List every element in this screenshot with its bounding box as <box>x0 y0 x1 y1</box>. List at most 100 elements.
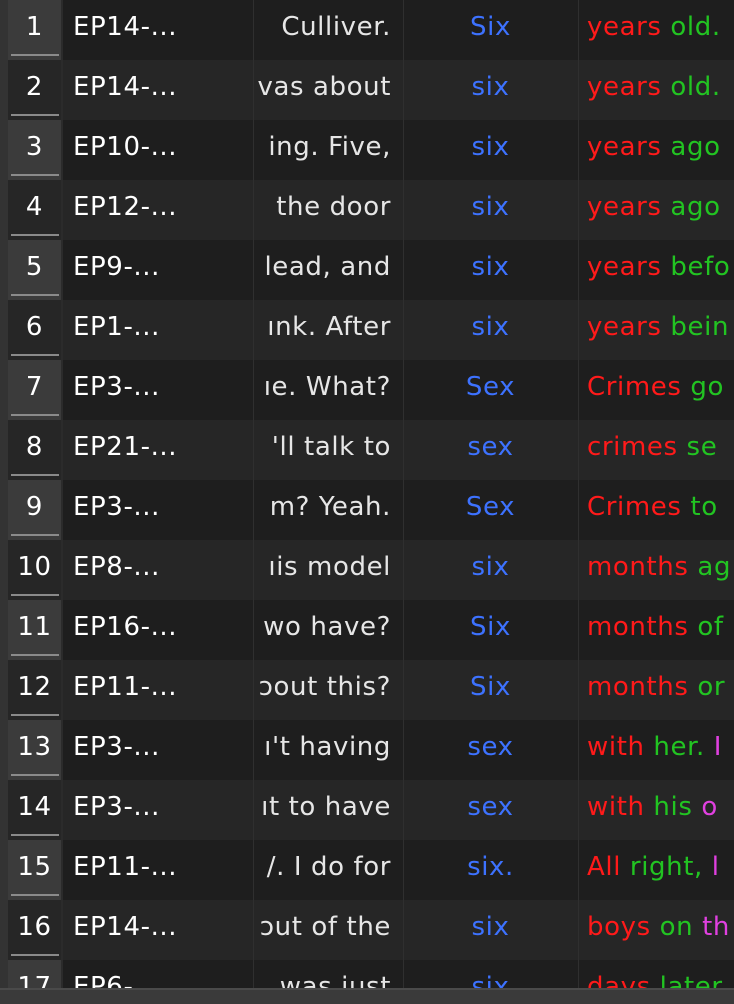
left-context-cell[interactable]: ɔout this? <box>253 660 403 720</box>
right-context-cell[interactable]: months ag <box>578 540 734 600</box>
table-row[interactable]: 17 EP6-... was just six days later <box>8 960 734 988</box>
right-context-cell[interactable]: All right, l <box>578 840 734 900</box>
right-context-cell[interactable]: years befo <box>578 240 734 300</box>
row-number[interactable]: 1 <box>8 0 61 60</box>
keyword-cell[interactable]: Sex <box>403 360 578 420</box>
row-number[interactable]: 2 <box>8 60 61 120</box>
right-context-cell[interactable]: years old. <box>578 60 734 120</box>
table-row[interactable]: 6 EP1-... ınk. After six years bein <box>8 300 734 360</box>
file-id-cell[interactable]: EP9-... <box>63 240 253 300</box>
row-number[interactable]: 4 <box>8 180 61 240</box>
keyword-cell[interactable]: sex <box>403 420 578 480</box>
keyword-cell[interactable]: sex <box>403 720 578 780</box>
table-row[interactable]: 11 EP16-... wo have? Six months of <box>8 600 734 660</box>
keyword-cell[interactable]: six <box>403 180 578 240</box>
file-id-cell[interactable]: EP3-... <box>63 360 253 420</box>
right-context-cell[interactable]: with his o <box>578 780 734 840</box>
file-id-cell[interactable]: EP3-... <box>63 780 253 840</box>
table-row[interactable]: 2 EP14-... vas about six years old. <box>8 60 734 120</box>
left-context-cell[interactable]: 'll talk to <box>253 420 403 480</box>
row-number[interactable]: 3 <box>8 120 61 180</box>
keyword-cell[interactable]: six <box>403 240 578 300</box>
row-number[interactable]: 12 <box>8 660 61 720</box>
file-id-cell[interactable]: EP3-... <box>63 720 253 780</box>
right-context-cell[interactable]: boys on th <box>578 900 734 960</box>
row-number[interactable]: 5 <box>8 240 61 300</box>
row-number[interactable]: 9 <box>8 480 61 540</box>
keyword-cell[interactable]: six <box>403 60 578 120</box>
left-context-cell[interactable]: vas about <box>253 60 403 120</box>
concordance-grid[interactable]: 1 EP14-... Culliver. Six years old. 2 EP14-...… <box>8 0 734 988</box>
left-context-cell[interactable]: ıe. What? <box>253 360 403 420</box>
table-row[interactable]: 15 EP11-.../. I do for six. All right, l <box>8 840 734 900</box>
keyword-cell[interactable]: six <box>403 120 578 180</box>
file-id-cell[interactable]: EP6-... <box>63 960 253 988</box>
table-row[interactable]: 16 EP14-... ɔut of the six boys on th <box>8 900 734 960</box>
keyword-cell[interactable]: Sex <box>403 480 578 540</box>
file-id-cell[interactable]: EP16-... <box>63 600 253 660</box>
table-row[interactable]: 7 EP3-... ıe. What? Sex Crimes go <box>8 360 734 420</box>
left-context-cell[interactable]: ıt to have <box>253 780 403 840</box>
row-number[interactable]: 10 <box>8 540 61 600</box>
keyword-cell[interactable]: six <box>403 960 578 988</box>
keyword-cell[interactable]: six <box>403 540 578 600</box>
file-id-cell[interactable]: EP11-... <box>63 660 253 720</box>
left-context-cell[interactable]: the door <box>253 180 403 240</box>
right-context-cell[interactable]: months of <box>578 600 734 660</box>
right-context-cell[interactable]: years bein <box>578 300 734 360</box>
row-number[interactable]: 7 <box>8 360 61 420</box>
left-context-cell[interactable]: ınk. After <box>253 300 403 360</box>
keyword-cell[interactable]: six <box>403 300 578 360</box>
row-number[interactable]: 15 <box>8 840 61 900</box>
table-row[interactable]: 3 EP10-... ing. Five, six years ago <box>8 120 734 180</box>
right-context-cell[interactable]: months or <box>578 660 734 720</box>
keyword-cell[interactable]: Six <box>403 600 578 660</box>
keyword-cell[interactable]: six <box>403 900 578 960</box>
left-context-cell[interactable]: ı't having <box>253 720 403 780</box>
left-context-cell[interactable]: /. I do for <box>253 840 403 900</box>
table-row[interactable]: 4 EP12-... the door six years ago <box>8 180 734 240</box>
table-row[interactable]: 5 EP9-... lead, and six years befo <box>8 240 734 300</box>
left-context-cell[interactable]: Culliver. <box>253 0 403 60</box>
file-id-cell[interactable]: EP8-... <box>63 540 253 600</box>
right-context-cell[interactable]: Crimes to <box>578 480 734 540</box>
keyword-cell[interactable]: Six <box>403 0 578 60</box>
row-number[interactable]: 13 <box>8 720 61 780</box>
right-context-cell[interactable]: Crimes go <box>578 360 734 420</box>
left-context-cell[interactable]: ıis model <box>253 540 403 600</box>
row-number[interactable]: 16 <box>8 900 61 960</box>
keyword-cell[interactable]: Six <box>403 660 578 720</box>
file-id-cell[interactable]: EP14-... <box>63 900 253 960</box>
left-context-cell[interactable]: ɔut of the <box>253 900 403 960</box>
right-context-cell[interactable]: with her. I <box>578 720 734 780</box>
left-context-cell[interactable]: lead, and <box>253 240 403 300</box>
table-row[interactable]: 13 EP3-... ı't having sex with her. I <box>8 720 734 780</box>
file-id-cell[interactable]: EP12-... <box>63 180 253 240</box>
table-row[interactable]: 10 EP8-... ıis model six months ag <box>8 540 734 600</box>
right-context-cell[interactable]: years ago <box>578 120 734 180</box>
left-context-cell[interactable]: wo have? <box>253 600 403 660</box>
table-row[interactable]: 12 EP11-... ɔout this? Six months or <box>8 660 734 720</box>
row-number[interactable]: 17 <box>8 960 61 988</box>
left-context-cell[interactable]: m? Yeah. <box>253 480 403 540</box>
table-row[interactable]: 9 EP3-... m? Yeah. Sex Crimes to <box>8 480 734 540</box>
file-id-cell[interactable]: EP1-... <box>63 300 253 360</box>
file-id-cell[interactable]: EP14-... <box>63 0 253 60</box>
keyword-cell[interactable]: six. <box>403 840 578 900</box>
file-id-cell[interactable]: EP21-... <box>63 420 253 480</box>
table-row[interactable]: 14 EP3-... ıt to have sex with his o <box>8 780 734 840</box>
left-context-cell[interactable]: was just <box>253 960 403 988</box>
file-id-cell[interactable]: EP10-... <box>63 120 253 180</box>
file-id-cell[interactable]: EP11-... <box>63 840 253 900</box>
keyword-cell[interactable]: sex <box>403 780 578 840</box>
table-row[interactable]: 8 EP21-...'ll talk to sex crimes se <box>8 420 734 480</box>
row-number[interactable]: 6 <box>8 300 61 360</box>
row-number[interactable]: 11 <box>8 600 61 660</box>
horizontal-scrollbar[interactable] <box>0 988 734 1004</box>
right-context-cell[interactable]: crimes se <box>578 420 734 480</box>
file-id-cell[interactable]: EP3-... <box>63 480 253 540</box>
row-number[interactable]: 8 <box>8 420 61 480</box>
table-row[interactable]: 1 EP14-... Culliver. Six years old. <box>8 0 734 60</box>
file-id-cell[interactable]: EP14-... <box>63 60 253 120</box>
left-context-cell[interactable]: ing. Five, <box>253 120 403 180</box>
